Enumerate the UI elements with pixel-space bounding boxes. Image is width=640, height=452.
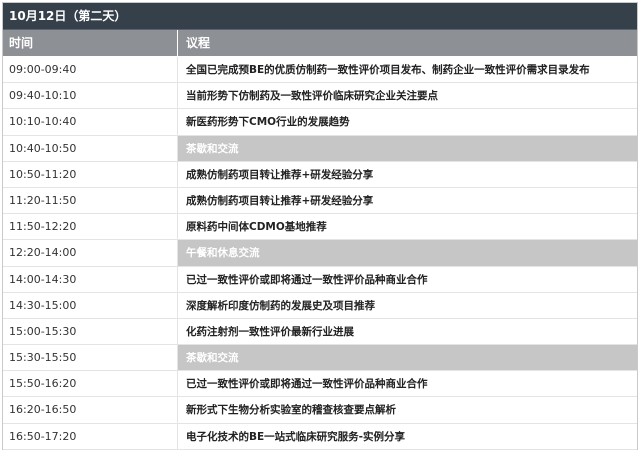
table-row: 10:10-10:40 新医药形势下CMO行业的发展趋势 — [3, 109, 637, 136]
topic-cell: 午餐和休息交流 — [178, 240, 637, 266]
table-row: 09:40-10:10 当前形势下仿制药及一致性评价临床研究企业关注要点 — [3, 83, 637, 110]
break-row: 12:20-14:00 午餐和休息交流 — [3, 240, 637, 267]
topic-cell: 化药注射剂一致性评价最新行业进展 — [186, 325, 354, 338]
topic-cell: 全国已完成预BE的优质仿制药一致性评价项目发布、制药企业一致性评价需求目录发布 — [186, 64, 590, 76]
topic-cell: 深度解析印度仿制药的发展史及项目推荐 — [186, 299, 375, 312]
time-cell: 16:20-16:50 — [3, 397, 178, 423]
topic-cell: 新医药形势下CMO行业的发展趋势 — [186, 116, 350, 129]
topic-cell: 原料药中间体CDMO基地推荐 — [186, 221, 327, 234]
table-row: 16:20-16:50 新形式下生物分析实验室的稽查核查要点解析 — [3, 397, 637, 424]
table-header: 时间 议程 — [3, 30, 637, 57]
table-row: 11:20-11:50 成熟仿制药项目转让推荐+研发经验分享 — [3, 187, 637, 215]
break-row: 10:40-10:50 茶歇和交流 — [3, 135, 637, 162]
time-cell: 10:50-11:20 — [3, 161, 178, 187]
break-row: 15:30-15:50 茶歇和交流 — [3, 345, 637, 372]
table-row: 15:50-16:20 已过一致性评价或即将通过一致性评价品种商业合作 — [3, 371, 637, 398]
table-row: 15:00-15:30 化药注射剂一致性评价最新行业进展 — [3, 318, 637, 346]
time-cell: 10:40-10:50 — [3, 135, 178, 161]
topic-cell: 茶歇和交流 — [178, 135, 637, 161]
table-row: 09:00-09:40 全国已完成预BE的优质仿制药一致性评价项目发布、制药企业一… — [3, 57, 637, 84]
topic-cell: 新形式下生物分析实验室的稽查核查要点解析 — [186, 404, 396, 417]
table-row: 10:50-11:20 成熟仿制药项目转让推荐+研发经验分享 — [3, 161, 637, 188]
topic-cell: 电子化技术的BE一站式临床研究服务-实例分享 — [186, 430, 406, 443]
time-cell: 15:00-15:30 — [3, 318, 178, 345]
topic-cell: 当前形势下仿制药及一致性评价临床研究企业关注要点 — [186, 90, 438, 103]
topic-column-header: 议程 — [186, 36, 211, 50]
time-cell: 14:30-15:00 — [3, 292, 178, 318]
topic-cell: 已过一致性评价或即将通过一致性评价品种商业合作 — [186, 378, 428, 391]
table-row: 14:30-15:00 深度解析印度仿制药的发展史及项目推荐 — [3, 292, 637, 319]
time-cell: 11:50-12:20 — [3, 214, 178, 240]
agenda-rows: 09:00-09:40 全国已完成预BE的优质仿制药一致性评价项目发布、制药企业一… — [3, 57, 637, 450]
time-cell: 15:30-15:50 — [3, 345, 178, 371]
time-column-header: 时间 — [3, 30, 178, 56]
agenda-table: 10月12日（第二天） 时间 议程 09:00-09:40 全国已完成预BE的优质… — [2, 2, 638, 450]
time-cell: 09:40-10:10 — [3, 83, 178, 109]
table-row: 16:50-17:20 电子化技术的BE一站式临床研究服务-实例分享 — [3, 423, 637, 450]
time-cell: 16:50-17:20 — [3, 423, 178, 449]
time-cell: 14:00-14:30 — [3, 266, 178, 292]
table-row: 14:00-14:30 已过一致性评价或即将通过一致性评价品种商业合作 — [3, 266, 637, 293]
time-cell: 12:20-14:00 — [3, 240, 178, 266]
topic-cell: 成熟仿制药项目转让推荐+研发经验分享 — [186, 168, 374, 181]
time-cell: 15:50-16:20 — [3, 371, 178, 397]
time-cell: 11:20-11:50 — [3, 187, 178, 214]
time-cell: 10:10-10:40 — [3, 109, 178, 135]
topic-cell: 茶歇和交流 — [178, 345, 637, 371]
time-cell: 09:00-09:40 — [3, 57, 178, 83]
day-title: 10月12日（第二天） — [3, 3, 637, 30]
topic-cell: 已过一致性评价或即将通过一致性评价品种商业合作 — [186, 273, 428, 286]
topic-cell: 成熟仿制药项目转让推荐+研发经验分享 — [186, 194, 374, 207]
table-row: 11:50-12:20 原料药中间体CDMO基地推荐 — [3, 214, 637, 241]
